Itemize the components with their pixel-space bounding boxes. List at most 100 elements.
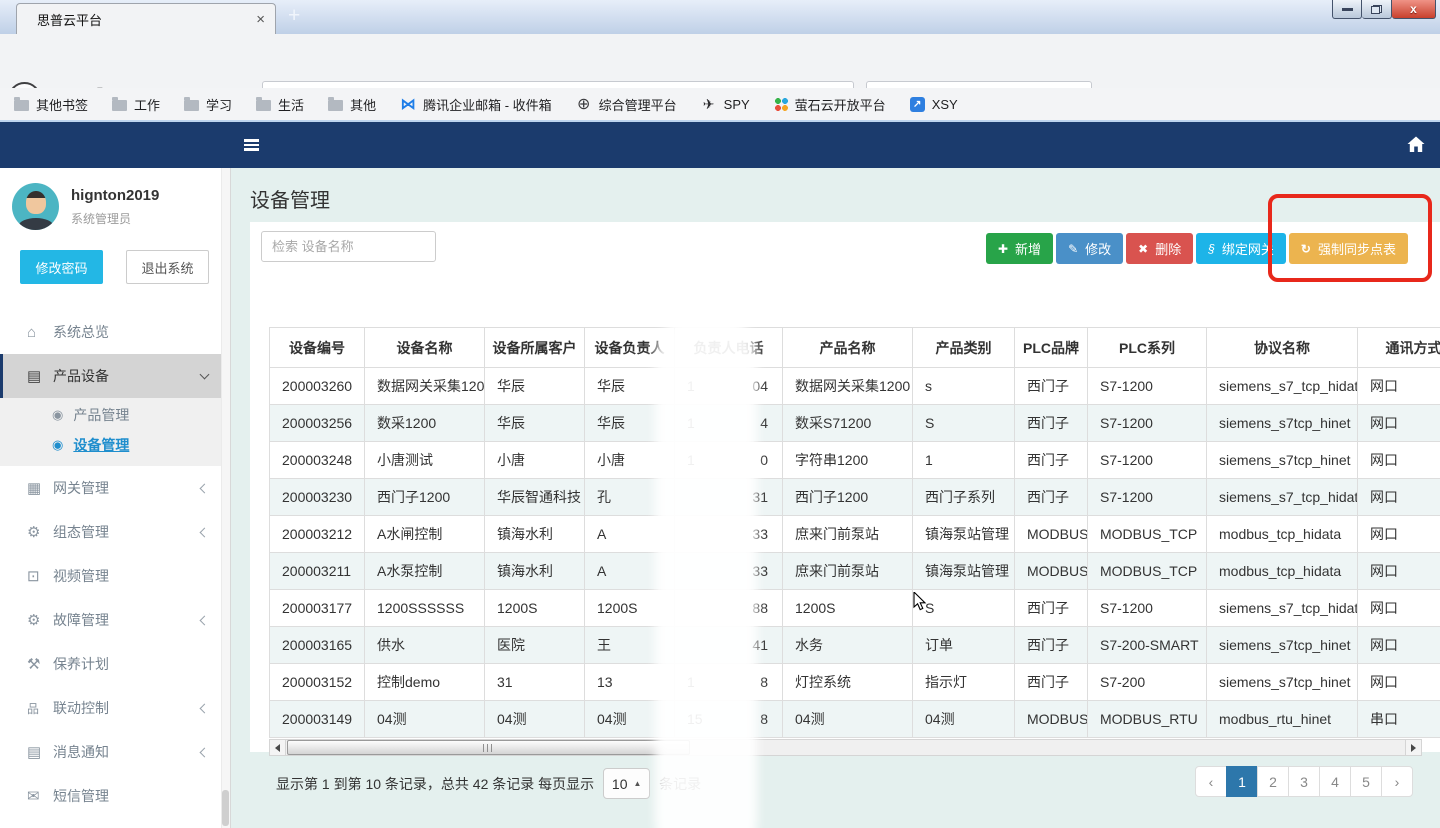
bookmark-mgmt-platform[interactable]: 综合管理平台 xyxy=(576,95,677,114)
avatar[interactable] xyxy=(12,183,59,230)
sidebar-item-video-mgmt[interactable]: 视频管理 xyxy=(0,554,230,598)
table-header-cell[interactable]: 设备名称 xyxy=(365,328,485,368)
sidebar-scrollbar[interactable] xyxy=(221,168,230,828)
bookmark-other-bookmarks[interactable]: 其他书签 xyxy=(14,95,88,114)
cell-plc-series: S7-1200 xyxy=(1088,479,1207,516)
scroll-right-button[interactable] xyxy=(1405,740,1421,755)
table-row[interactable]: 200003256 数采1200 华辰 华辰 14 数采S71200 S 西门子… xyxy=(270,405,1440,442)
sidebar-item-product-device[interactable]: 产品设备 xyxy=(0,354,230,398)
table-header-cell[interactable]: 产品类别 xyxy=(913,328,1015,368)
pager-page-5[interactable]: 5 xyxy=(1350,766,1382,797)
tab-close-icon[interactable]: × xyxy=(256,12,265,27)
cell-customer: 华辰 xyxy=(485,405,585,442)
submenu-item-icon xyxy=(52,437,63,453)
sidebar-item-linkage-control[interactable]: 联动控制 xyxy=(0,686,230,730)
cell-product: 数据网关采集1200 xyxy=(783,368,913,405)
window-controls: x xyxy=(1332,0,1436,19)
minimize-button[interactable] xyxy=(1332,0,1362,19)
cell-protocol: siemens_s7tcp_hinet xyxy=(1207,627,1358,664)
browser-tab[interactable]: 思普云平台 × xyxy=(16,3,276,34)
bookmark-xsy[interactable]: XSY xyxy=(910,97,958,112)
table-row[interactable]: 200003177 1200SSSSSS 1200S 1200S 88 1200… xyxy=(270,590,1440,627)
edit-button[interactable]: 修改 xyxy=(1056,233,1123,264)
bookmark-ezviz[interactable]: 萤石云开放平台 xyxy=(774,95,886,114)
table-row[interactable]: 200003212 A水闸控制 镇海水利 A 33 庶来门前泵站 镇海泵站管理 … xyxy=(270,516,1440,553)
sidebar-submenu: 产品管理 设备管理 xyxy=(0,398,230,466)
close-button[interactable]: x xyxy=(1392,0,1436,19)
sidebar-item-fault-mgmt[interactable]: 故障管理 xyxy=(0,598,230,642)
sidebar-item-space-mgmt[interactable]: 空间管理 xyxy=(0,818,230,828)
cell-device-name: 供水 xyxy=(365,627,485,664)
menu-item-icon xyxy=(27,479,53,497)
restore-button[interactable] xyxy=(1362,0,1392,19)
chevron-icon xyxy=(200,703,210,713)
table-row[interactable]: 200003230 西门子1200 华辰智通科技 孔 31 西门子1200 西门… xyxy=(270,479,1440,516)
scroll-left-button[interactable] xyxy=(270,740,286,755)
table-row[interactable]: 200003152 控制demo 31 13 18 灯控系统 指示灯 西门子 S… xyxy=(270,664,1440,701)
sidebar-item-config-mgmt[interactable]: 组态管理 xyxy=(0,510,230,554)
cell-device-id: 200003248 xyxy=(270,442,365,479)
cell-plc-series: S7-200 xyxy=(1088,664,1207,701)
app-home-icon[interactable] xyxy=(1407,136,1425,158)
scrollbar-thumb[interactable] xyxy=(287,740,690,755)
table-header-cell[interactable]: 协议名称 xyxy=(1207,328,1358,368)
phone-fragment-right: 8 xyxy=(760,711,768,727)
sidebar-item-product-mgmt[interactable]: 产品管理 xyxy=(0,400,230,430)
sidebar-item-system-overview[interactable]: 系统总览 xyxy=(0,310,230,354)
logout-button[interactable]: 退出系统 xyxy=(126,250,209,284)
page-size-select[interactable]: 10 ▲ xyxy=(603,768,650,799)
table-row[interactable]: 200003165 供水 医院 王 41 水务 订单 西门子 S7-200-SM… xyxy=(270,627,1440,664)
sidebar-item-message-notify[interactable]: 消息通知 xyxy=(0,730,230,774)
cell-plc-brand: 西门子 xyxy=(1015,368,1088,405)
table-row[interactable]: 200003248 小唐测试 小唐 小唐 10 字符串1200 1 西门子 S7… xyxy=(270,442,1440,479)
table-header-cell[interactable]: 产品名称 xyxy=(783,328,913,368)
cell-protocol: siemens_s7tcp_hinet xyxy=(1207,405,1358,442)
browser-titlebar: 思普云平台 × + x xyxy=(0,0,1440,34)
table-row[interactable]: 200003260 数据网关采集1200 华辰 华辰 104 数据网关采集120… xyxy=(270,368,1440,405)
sidebar-scrollbar-thumb[interactable] xyxy=(222,790,229,826)
table-header-cell[interactable]: 设备所属客户 xyxy=(485,328,585,368)
main-content: 设备管理 新增 修改 删除 xyxy=(231,168,1440,828)
force-sync-button[interactable]: 强制同步点表 xyxy=(1289,233,1408,264)
table-header-cell[interactable]: PLC品牌 xyxy=(1015,328,1088,368)
table-row[interactable]: 200003211 A水泵控制 镇海水利 A 33 庶来门前泵站 镇海泵站管理 … xyxy=(270,553,1440,590)
add-button[interactable]: 新增 xyxy=(986,233,1053,264)
table-row[interactable]: 200003149 04测 04测 04测 158 04测 04测 MODBUS… xyxy=(270,701,1440,738)
pager-next[interactable]: › xyxy=(1381,766,1413,797)
table-header-cell[interactable]: 设备编号 xyxy=(270,328,365,368)
pager-page-4[interactable]: 4 xyxy=(1319,766,1351,797)
delete-button[interactable]: 删除 xyxy=(1126,233,1193,264)
table-header-cell[interactable]: PLC系列 xyxy=(1088,328,1207,368)
bookmark-misc[interactable]: 其他 xyxy=(328,95,376,114)
pager-page-3[interactable]: 3 xyxy=(1288,766,1320,797)
cell-product: 西门子1200 xyxy=(783,479,913,516)
sidebar-collapse-icon[interactable] xyxy=(244,139,259,151)
pager-prev[interactable]: ‹ xyxy=(1195,766,1227,797)
page-title: 设备管理 xyxy=(250,184,330,213)
table-header-cell[interactable]: 通讯方式 xyxy=(1358,328,1440,368)
horizontal-scrollbar[interactable] xyxy=(269,739,1422,756)
pager-page-2[interactable]: 2 xyxy=(1257,766,1289,797)
bind-gateway-button[interactable]: 绑定网关 xyxy=(1196,233,1286,264)
sidebar-item-gateway-mgmt[interactable]: 网关管理 xyxy=(0,466,230,510)
bookmark-study[interactable]: 学习 xyxy=(184,95,232,114)
device-search-input[interactable] xyxy=(261,231,436,262)
sidebar-item-maintenance-plan[interactable]: 保养计划 xyxy=(0,642,230,686)
toolbar-button-label: 绑定网关 xyxy=(1222,239,1274,258)
bookmark-spy[interactable]: SPY xyxy=(701,97,750,112)
new-tab-button[interactable]: + xyxy=(288,4,300,28)
pager-page-1[interactable]: 1 xyxy=(1226,766,1258,797)
chevron-icon xyxy=(200,527,210,537)
change-password-button[interactable]: 修改密码 xyxy=(20,250,103,284)
cell-device-id: 200003230 xyxy=(270,479,365,516)
cell-plc-series: MODBUS_TCP xyxy=(1088,553,1207,590)
sidebar-item-sms-mgmt[interactable]: 短信管理 xyxy=(0,774,230,818)
submenu-item-label: 设备管理 xyxy=(73,435,129,455)
bookmark-work[interactable]: 工作 xyxy=(112,95,160,114)
bookmark-tencent-mail[interactable]: 腾讯企业邮箱 - 收件箱 xyxy=(400,95,552,114)
bookmark-life[interactable]: 生活 xyxy=(256,95,304,114)
cell-device-id: 200003212 xyxy=(270,516,365,553)
content-panel: 新增 修改 删除 绑定网关 xyxy=(250,222,1440,752)
cell-category: 04测 xyxy=(913,701,1015,738)
sidebar-item-device-mgmt[interactable]: 设备管理 xyxy=(0,430,230,460)
